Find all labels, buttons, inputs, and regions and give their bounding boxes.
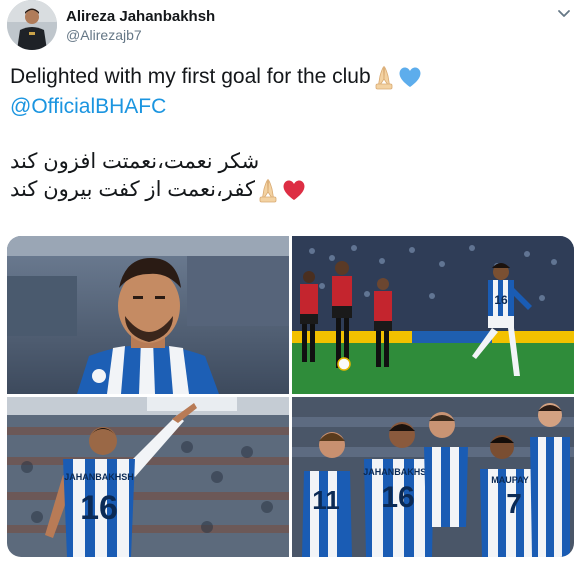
player-closeup-photo[interactable] [7,236,289,394]
team-celebration-photo[interactable]: 11 JAHANBAKHSH 16 MAUPAY 7 [292,397,574,557]
pointing-celebration-photo[interactable]: JAHANBAKHSH 16 [7,397,289,557]
pointing-jersey-number: 16 [80,489,118,527]
celebration-jersey-name-2: MAUPAY [491,475,529,485]
persian-line-1: شکر نعمت،نعمتت افزون کند [10,148,575,176]
folded-hands-emoji [371,64,397,90]
tweet-text: Delighted with my first goal for the clu… [10,62,575,204]
celebration-jersey-name-1: JAHANBAKHSH [363,467,433,477]
author-name[interactable]: Alireza Jahanbakhsh [66,8,215,25]
blue-heart-emoji [397,64,423,90]
celebration-number-7: 7 [506,488,522,519]
folded-hands-emoji [255,177,281,203]
photo-grid: 16 JAHANBAKHSH 16 11 JAHANBAKHSH 16 MAUP… [7,236,574,557]
red-heart-emoji [281,177,307,203]
mention-link[interactable]: @OfficialBHAFC [10,92,575,122]
author-handle[interactable]: @Alirezajb7 [66,27,142,43]
celebration-number-11: 11 [312,485,340,515]
tweet-line-1-text: Delighted with my first goal for the clu… [10,65,371,88]
persian-line-2: کفر،نعمت از کفت بیرون کند [10,176,575,204]
avatar[interactable] [7,0,57,50]
caret-down-icon[interactable] [554,4,574,24]
shot-on-goal-photo[interactable]: 16 [292,236,574,394]
celebration-number-16: 16 [381,481,414,514]
shot-jersey-number: 16 [494,293,508,307]
tweet-line-1: Delighted with my first goal for the clu… [10,62,575,92]
pointing-jersey-name: JAHANBAKHSH [64,472,134,482]
persian-line-1-text: شکر نعمت،نعمتت افزون کند [10,150,260,173]
persian-line-2-text: کفر،نعمت از کفت بیرون کند [10,178,255,201]
